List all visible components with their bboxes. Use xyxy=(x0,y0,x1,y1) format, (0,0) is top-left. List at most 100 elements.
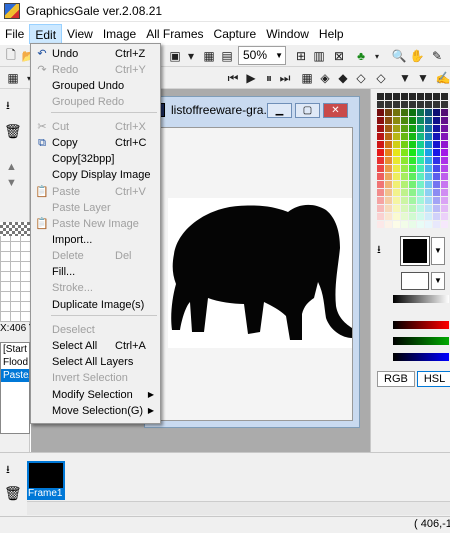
palette-swatch[interactable] xyxy=(377,181,385,189)
brightness-slider[interactable] xyxy=(393,295,449,303)
menu-help[interactable]: Help xyxy=(314,24,349,44)
pixel-grid-icon[interactable]: ▥ xyxy=(310,47,328,65)
palette-swatch[interactable] xyxy=(433,125,441,133)
frame-thumbnail[interactable] xyxy=(27,461,65,491)
chevron-down-icon[interactable]: ▼ xyxy=(414,69,432,87)
palette-swatch[interactable] xyxy=(417,173,425,181)
palette-swatch[interactable] xyxy=(393,181,401,189)
menu-all-frames[interactable]: All Frames xyxy=(141,24,208,44)
new-file-icon[interactable]: 🗋 xyxy=(2,47,20,65)
palette-grid-icon[interactable]: ⊠ xyxy=(330,47,348,65)
palette-swatch[interactable] xyxy=(441,221,449,229)
palette-swatch[interactable] xyxy=(377,133,385,141)
palette-swatch[interactable] xyxy=(441,173,449,181)
menu-edit[interactable]: Edit xyxy=(29,24,63,44)
tab-hsl[interactable]: HSL xyxy=(416,371,450,387)
palette-swatch[interactable] xyxy=(441,125,449,133)
foreground-color-swatch[interactable] xyxy=(400,236,430,266)
palette-swatch[interactable] xyxy=(417,117,425,125)
fill-pattern-icon[interactable]: ◆ xyxy=(334,69,352,87)
palette-swatch[interactable] xyxy=(401,125,409,133)
palette-swatch[interactable] xyxy=(425,109,433,117)
chevron-down-icon[interactable]: ▼ xyxy=(396,69,414,87)
close-button[interactable]: ✕ xyxy=(323,103,348,118)
palette-swatch[interactable] xyxy=(385,181,393,189)
palette-swatch[interactable] xyxy=(385,125,393,133)
palette-swatch[interactable] xyxy=(441,117,449,125)
palette-swatch[interactable] xyxy=(441,181,449,189)
palette-swatch[interactable] xyxy=(377,173,385,181)
edit-menu-item-copy-32bpp[interactable]: Copy[32bpp] xyxy=(31,151,160,167)
palette-swatch[interactable] xyxy=(417,125,425,133)
palette-swatch[interactable] xyxy=(409,157,417,165)
palette-swatch[interactable] xyxy=(425,205,433,213)
tab-rgb[interactable]: RGB xyxy=(377,371,415,387)
fill-icon[interactable]: ◈ xyxy=(316,69,334,87)
palette-swatch[interactable] xyxy=(393,101,401,109)
palette-swatch[interactable] xyxy=(433,157,441,165)
trash-icon[interactable]: 🗑 xyxy=(4,123,22,140)
palette-swatch[interactable] xyxy=(441,141,449,149)
palette-swatch[interactable] xyxy=(409,221,417,229)
palette-swatch[interactable] xyxy=(425,133,433,141)
zoom-select[interactable]: 50% ▼ xyxy=(238,46,286,65)
palette-swatch[interactable] xyxy=(417,149,425,157)
minimize-button[interactable]: ▁ xyxy=(267,103,292,118)
palette-swatch[interactable] xyxy=(433,205,441,213)
palette-swatch[interactable] xyxy=(377,165,385,173)
edit-menu-item-modify-selection[interactable]: Modify Selection ▶ xyxy=(31,387,160,403)
palette-swatch[interactable] xyxy=(425,189,433,197)
palette-swatch[interactable] xyxy=(425,125,433,133)
palette-swatch[interactable] xyxy=(409,133,417,141)
palette-swatch[interactable] xyxy=(409,197,417,205)
dropdown-arrow-icon[interactable]: ▾ xyxy=(182,47,200,65)
palette-swatch[interactable] xyxy=(409,181,417,189)
palette-swatch[interactable] xyxy=(401,133,409,141)
palette-swatch[interactable] xyxy=(385,173,393,181)
palette-swatch[interactable] xyxy=(385,109,393,117)
palette-swatch[interactable] xyxy=(401,213,409,221)
palette-swatch[interactable] xyxy=(401,197,409,205)
palette-swatch[interactable] xyxy=(393,189,401,197)
palette-swatch[interactable] xyxy=(377,197,385,205)
edit-menu-item-grouped-undo[interactable]: Grouped Undo xyxy=(31,78,160,94)
edit-menu-item-select-all-layers[interactable]: Select All Layers xyxy=(31,354,160,370)
palette-swatch[interactable] xyxy=(401,165,409,173)
palette-swatch[interactable] xyxy=(409,205,417,213)
palette-swatch[interactable] xyxy=(417,213,425,221)
color-palette[interactable] xyxy=(377,93,449,233)
palette-swatch[interactable] xyxy=(385,133,393,141)
palette-swatch[interactable] xyxy=(377,141,385,149)
edit-menu-item-move-selection-g[interactable]: Move Selection(G) ▶ xyxy=(31,403,160,419)
menu-image[interactable]: Image xyxy=(98,24,141,44)
palette-swatch[interactable] xyxy=(425,213,433,221)
history-item[interactable]: [Start E xyxy=(1,343,29,356)
palette-swatch[interactable] xyxy=(377,117,385,125)
zoom-icon[interactable]: 🔍 xyxy=(390,47,408,65)
palette-swatch[interactable] xyxy=(377,205,385,213)
palette-swatch[interactable] xyxy=(401,141,409,149)
palette-swatch[interactable] xyxy=(409,189,417,197)
palette-swatch[interactable] xyxy=(409,125,417,133)
palette-swatch[interactable] xyxy=(425,157,433,165)
edit-menu-item-copy[interactable]: ⧉ Copy Ctrl+C xyxy=(31,135,160,151)
palette-swatch[interactable] xyxy=(417,205,425,213)
red-slider[interactable] xyxy=(393,321,449,329)
edit-menu-item-fill[interactable]: Fill... xyxy=(31,264,160,280)
palette-swatch[interactable] xyxy=(425,149,433,157)
download-icon[interactable]: ⭳ xyxy=(6,97,10,116)
palette-swatch[interactable] xyxy=(409,93,417,101)
palette-swatch[interactable] xyxy=(377,109,385,117)
palette-swatch[interactable] xyxy=(417,221,425,229)
frames-scrollbar[interactable] xyxy=(27,501,450,515)
play-icon[interactable]: ▶ xyxy=(242,69,260,87)
palette-swatch[interactable] xyxy=(433,149,441,157)
palette-swatch[interactable] xyxy=(385,213,393,221)
palette-swatch[interactable] xyxy=(377,221,385,229)
palette-swatch[interactable] xyxy=(393,149,401,157)
palette-swatch[interactable] xyxy=(401,149,409,157)
maximize-button[interactable]: ▢ xyxy=(295,103,320,118)
green-slider[interactable] xyxy=(393,337,449,345)
edit-menu-item-copy-display-image[interactable]: Copy Display Image xyxy=(31,167,160,183)
download-icon[interactable]: ⭳ xyxy=(377,241,381,260)
